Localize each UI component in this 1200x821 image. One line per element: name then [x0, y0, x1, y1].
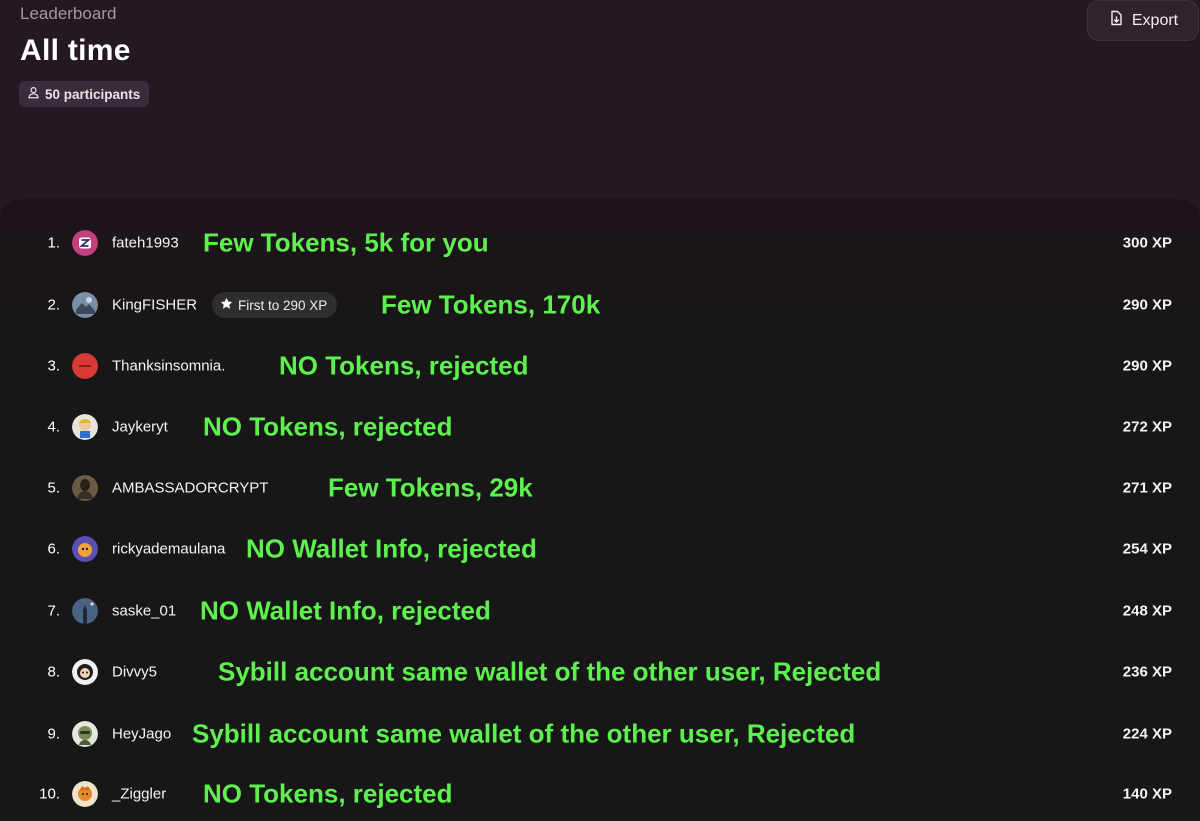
avatar: [72, 659, 98, 685]
xp-value: 271 XP: [1122, 479, 1172, 497]
annotation-note: Few Tokens, 29k: [328, 472, 533, 503]
username[interactable]: Thanksinsomnia.: [112, 358, 225, 375]
leaderboard-row[interactable]: 7. saske_01 NO Wallet Info, rejected 248…: [0, 591, 1200, 631]
username[interactable]: Divvy5: [112, 664, 157, 681]
export-file-icon: [1108, 10, 1124, 31]
username[interactable]: rickyademaulana: [112, 541, 225, 558]
xp-value: 300 XP: [1122, 234, 1172, 252]
export-label: Export: [1131, 11, 1179, 29]
leaderboard-row[interactable]: 4. Jaykeryt NO Tokens, rejected 272 XP: [0, 407, 1200, 447]
participants-count: 50 participants: [45, 86, 141, 102]
star-badge-icon: [220, 297, 233, 313]
rank: 6.: [47, 540, 60, 558]
rank: 8.: [47, 663, 60, 681]
leaderboard-row[interactable]: 3. Thanksinsomnia. NO Tokens, rejected 2…: [0, 346, 1200, 386]
username[interactable]: _Ziggler: [112, 786, 166, 803]
breadcrumb: Leaderboard: [20, 4, 117, 23]
rank: 2.: [47, 296, 60, 314]
username[interactable]: fateh1993: [112, 235, 179, 252]
leaderboard-row[interactable]: 8. Divvy5 Sybill account same wallet of …: [0, 652, 1200, 692]
annotation-note: NO Wallet Info, rejected: [200, 595, 491, 626]
avatar: [72, 536, 98, 562]
avatar: [72, 414, 98, 440]
username[interactable]: HeyJago: [112, 726, 171, 743]
username[interactable]: AMBASSADORCRYPT: [112, 480, 268, 497]
leaderboard-row[interactable]: 6. rickyademaulana NO Wallet Info, rejec…: [0, 529, 1200, 569]
username[interactable]: Jaykeryt: [112, 419, 168, 436]
leaderboard-row[interactable]: 5. AMBASSADORCRYPT Few Tokens, 29k 271 X…: [0, 468, 1200, 508]
participants-pill: 50 participants: [19, 81, 150, 107]
leaderboard-row[interactable]: 10. _Ziggler NO Tokens, rejected 140 XP: [0, 774, 1200, 814]
annotation-note: NO Tokens, rejected: [203, 778, 453, 809]
xp-value: 290 XP: [1122, 357, 1172, 375]
achievement-badge: First to 290 XP: [212, 292, 338, 318]
rank: 9.: [47, 725, 60, 743]
avatar: [72, 721, 98, 747]
annotation-note: Sybill account same wallet of the other …: [218, 656, 882, 687]
avatar: [72, 781, 98, 807]
rank: 3.: [47, 357, 60, 375]
leaderboard-row[interactable]: 1. fateh1993 Few Tokens, 5k for you 300 …: [0, 223, 1200, 263]
avatar: [72, 353, 98, 379]
badge-label: First to 290 XP: [238, 297, 328, 313]
avatar: [72, 230, 98, 256]
avatar: [72, 292, 98, 318]
xp-value: 290 XP: [1122, 296, 1172, 314]
leaderboard-panel: 1. fateh1993 Few Tokens, 5k for you 300 …: [0, 199, 1200, 821]
avatar: [72, 598, 98, 624]
annotation-note: Sybill account same wallet of the other …: [192, 718, 856, 749]
leaderboard-row[interactable]: 2. KingFISHER First to 290 XP Few Tokens…: [0, 285, 1200, 325]
xp-value: 248 XP: [1122, 602, 1172, 620]
rank: 1.: [47, 234, 60, 252]
xp-value: 236 XP: [1122, 663, 1172, 681]
leaderboard-header: Leaderboard All time 50 participants Exp…: [0, 0, 1200, 200]
annotation-note: Few Tokens, 5k for you: [203, 227, 489, 258]
annotation-note: NO Tokens, rejected: [203, 411, 453, 442]
avatar: [72, 475, 98, 501]
xp-value: 224 XP: [1122, 725, 1172, 743]
user-icon: [27, 86, 40, 102]
username[interactable]: KingFISHER: [112, 297, 197, 314]
annotation-note: Few Tokens, 170k: [381, 289, 601, 320]
xp-value: 272 XP: [1122, 418, 1172, 436]
rank: 10.: [39, 785, 60, 803]
rank: 4.: [47, 418, 60, 436]
rank: 7.: [47, 602, 60, 620]
rank: 5.: [47, 479, 60, 497]
page-title: All time: [20, 34, 131, 67]
xp-value: 140 XP: [1122, 785, 1172, 803]
leaderboard-row[interactable]: 9. HeyJago Sybill account same wallet of…: [0, 714, 1200, 754]
annotation-note: NO Wallet Info, rejected: [246, 533, 537, 564]
username[interactable]: saske_01: [112, 603, 176, 620]
xp-value: 254 XP: [1122, 540, 1172, 558]
annotation-note: NO Tokens, rejected: [279, 350, 529, 381]
export-button[interactable]: Export: [1087, 0, 1199, 41]
